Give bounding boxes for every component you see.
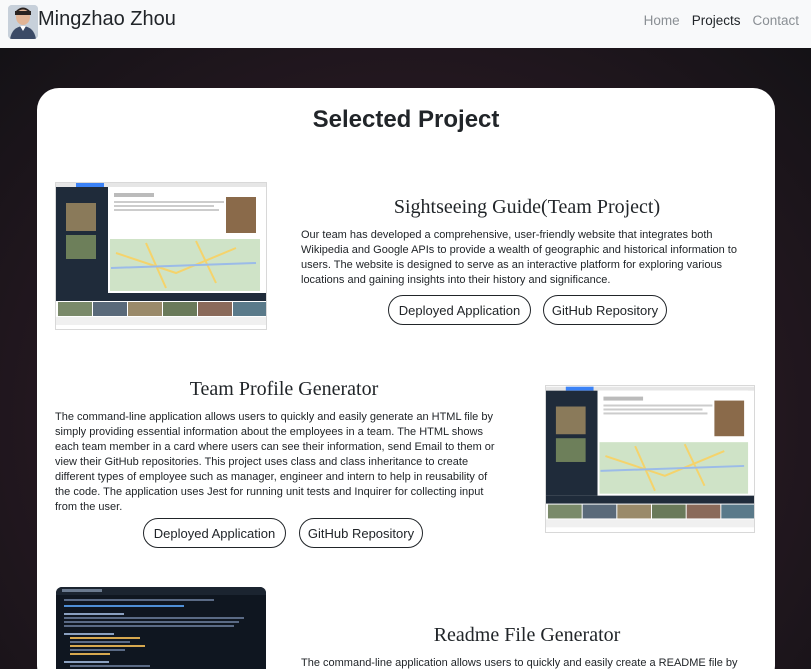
brand-name[interactable]: Mingzhao Zhou <box>38 8 176 31</box>
github-repository-button[interactable]: GitHub Repository <box>543 295 667 325</box>
nav-link-projects[interactable]: Projects <box>692 13 741 28</box>
page-title: Selected Project <box>312 106 500 133</box>
deployed-application-button[interactable]: Deployed Application <box>388 295 531 325</box>
project-title: Sightseeing Guide(Team Project) <box>393 196 661 218</box>
nav-links: Home Projects Contact <box>644 13 799 28</box>
project-description: The command-line application allows user… <box>55 411 495 513</box>
nav-link-home[interactable]: Home <box>644 13 680 28</box>
project-title: Readme File Generator <box>433 624 621 646</box>
projects-card: Selected Project Sightseeing Guide(Team … <box>37 88 775 669</box>
project-description: Our team has developed a comprehensive, … <box>301 229 737 286</box>
nav-link-contact[interactable]: Contact <box>752 13 799 28</box>
team-profile-generator-screenshot[interactable] <box>545 385 755 533</box>
readme-generator-screenshot[interactable] <box>56 587 266 669</box>
avatar[interactable] <box>8 5 38 39</box>
sightseeing-guide-screenshot[interactable] <box>55 182 267 330</box>
github-repository-button[interactable]: GitHub Repository <box>299 518 423 548</box>
deployed-application-button[interactable]: Deployed Application <box>143 518 286 548</box>
project-description: The command-line application allows user… <box>301 657 738 669</box>
project-title: Team Profile Generator <box>189 378 379 400</box>
navbar: Mingzhao Zhou Home Projects Contact <box>0 0 811 48</box>
